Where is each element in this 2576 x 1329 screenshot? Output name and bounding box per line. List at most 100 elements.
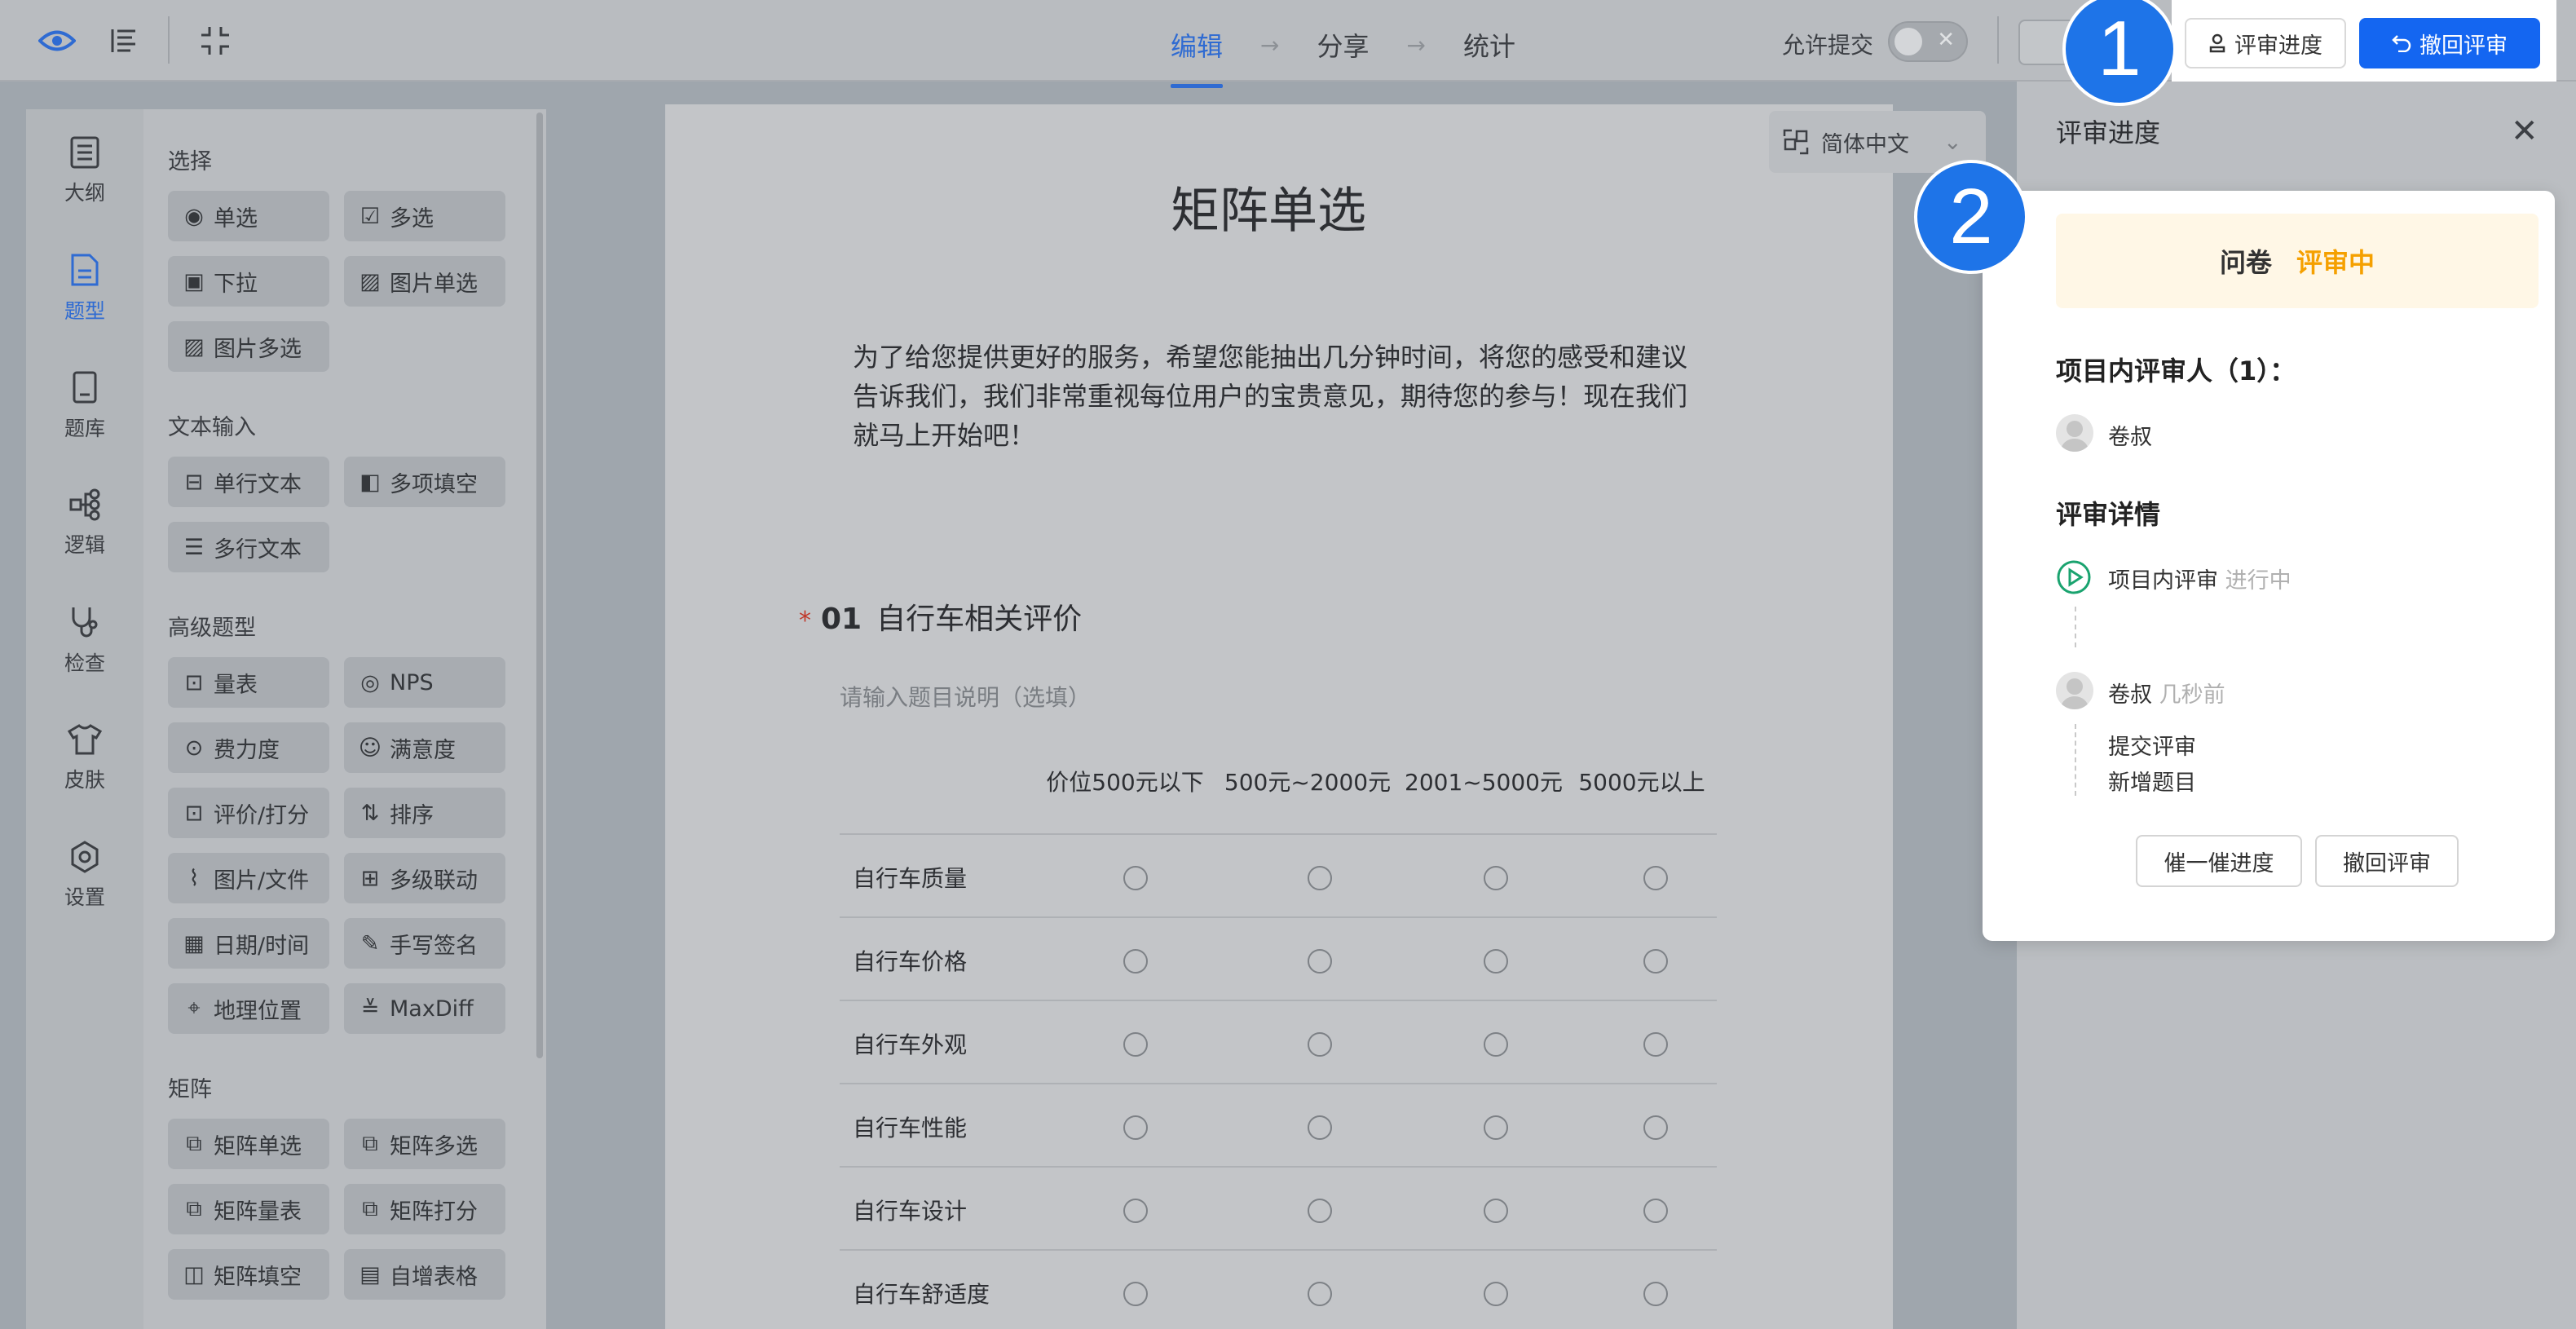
timeline-connector [2075, 607, 2076, 647]
panel-title: 评审进度 [2056, 117, 2161, 148]
rail-item-settings[interactable]: 设置 [26, 827, 143, 925]
radio-option[interactable] [1484, 866, 1508, 890]
group-title-text: 文本输入 [168, 415, 256, 440]
withdraw-review-label: 撤回评审 [2419, 33, 2508, 59]
step-edit[interactable]: 编辑 [1171, 26, 1224, 88]
radio-option[interactable] [1123, 1282, 1148, 1306]
type-single-line-text[interactable]: ⊟ 单行文本 [168, 457, 329, 507]
matrix-single-icon: ⧉ [186, 1131, 202, 1156]
rail-item-question-type[interactable]: 题型 [26, 240, 143, 338]
type-effort[interactable]: ⊙ 费力度 [168, 722, 329, 773]
review-status-banner: 问卷 评审中 [2056, 214, 2539, 308]
scale-icon: ⊡ [184, 669, 204, 695]
withdraw-review-card-button[interactable]: 撤回评审 [2315, 835, 2459, 887]
event-time: 几秒前 [2159, 682, 2225, 708]
radio-option[interactable] [1308, 1199, 1332, 1223]
radio-option[interactable] [1123, 949, 1148, 974]
type-image-single[interactable]: ▨ 图片单选 [344, 256, 505, 307]
fullscreen-icon[interactable] [196, 21, 235, 60]
type-auto-table[interactable]: ▤ 自增表格 [344, 1249, 505, 1300]
rail-item-outline[interactable]: 大纲 [26, 122, 143, 220]
radio-option[interactable] [1123, 1115, 1148, 1140]
radio-option[interactable] [1643, 949, 1668, 974]
radio-option[interactable] [1484, 1032, 1508, 1057]
remind-button[interactable]: 催一催进度 [2136, 835, 2302, 887]
radio-option[interactable] [1484, 1199, 1508, 1223]
type-multi-choice[interactable]: ☑ 多选 [344, 191, 505, 241]
survey-title[interactable]: 矩阵单选 [1171, 171, 1366, 242]
radio-option[interactable] [1643, 1115, 1668, 1140]
type-matrix-single[interactable]: ⧉ 矩阵单选 [168, 1119, 329, 1169]
table-icon: ▤ [359, 1261, 381, 1287]
question-description-input[interactable]: 请输入题目说明（选填） [840, 680, 1091, 713]
rail-item-question-bank[interactable]: 题库 [26, 357, 143, 455]
matrix-row-label: 自行车质量 [853, 865, 968, 892]
type-cascade[interactable]: ⊞ 多级联动 [344, 853, 505, 903]
radio-option[interactable] [1123, 1032, 1148, 1057]
nps-icon: ◎ [360, 669, 380, 695]
radio-option[interactable] [1308, 866, 1332, 890]
close-icon[interactable]: ✕ [2511, 113, 2539, 150]
settings-icon [71, 841, 99, 873]
rail-item-check[interactable]: 检查 [26, 592, 143, 690]
radio-option[interactable] [1308, 1115, 1332, 1140]
outline-list-icon[interactable] [104, 21, 143, 60]
type-single-choice[interactable]: ◉ 单选 [168, 191, 329, 241]
step-stats[interactable]: 统计 [1463, 26, 1515, 64]
type-nps[interactable]: ◎ NPS [344, 657, 505, 708]
chip-label: 矩阵单选 [214, 1133, 302, 1159]
preview-eye-icon[interactable] [37, 21, 77, 60]
review-progress-button[interactable]: 评审进度 [2185, 18, 2346, 68]
type-sort[interactable]: ⇅ 排序 [344, 788, 505, 838]
type-matrix-rating[interactable]: ⧉ 矩阵打分 [344, 1184, 505, 1234]
calendar-icon: ▦ [183, 930, 205, 956]
status-label: 问卷 [2219, 247, 2272, 278]
type-signature[interactable]: ✎ 手写签名 [344, 918, 505, 969]
rail-item-skin[interactable]: 皮肤 [26, 709, 143, 807]
rail-label: 逻辑 [64, 533, 105, 557]
radio-option[interactable] [1308, 1032, 1332, 1057]
radio-option[interactable] [1123, 866, 1148, 890]
radio-option[interactable] [1643, 866, 1668, 890]
type-file-upload[interactable]: ⌇ 图片/文件 [168, 853, 329, 903]
event-action: 新增题目 [2108, 770, 2196, 796]
type-dropdown[interactable]: ▣ 下拉 [168, 256, 329, 307]
allow-submit-toggle[interactable]: ✕ [1888, 21, 1968, 62]
survey-intro[interactable]: 为了给您提供更好的服务，希望您能抽出几分钟时间，将您的感受和建议告诉我们，我们非… [853, 338, 1692, 455]
chip-label: 评价/打分 [214, 802, 310, 828]
pen-icon: ✎ [360, 930, 380, 956]
radio-option[interactable] [1484, 949, 1508, 974]
question-heading[interactable]: * 01 自行车相关评价 [799, 595, 1082, 638]
type-matrix-multi[interactable]: ⧉ 矩阵多选 [344, 1119, 505, 1169]
radio-option[interactable] [1484, 1115, 1508, 1140]
type-multi-fill[interactable]: ◧ 多项填空 [344, 457, 505, 507]
rail-label: 设置 [64, 885, 105, 909]
radio-option[interactable] [1643, 1282, 1668, 1306]
type-maxdiff[interactable]: ≚ MaxDiff [344, 983, 505, 1034]
radio-option[interactable] [1123, 1199, 1148, 1223]
type-matrix-scale[interactable]: ⧉ 矩阵量表 [168, 1184, 329, 1234]
type-satisfaction[interactable]: ☺ 满意度 [344, 722, 505, 773]
radio-option[interactable] [1643, 1032, 1668, 1057]
palette-scrollbar[interactable] [536, 113, 543, 1058]
type-location[interactable]: ⌖ 地理位置 [168, 983, 329, 1034]
step-share[interactable]: 分享 [1317, 26, 1369, 64]
type-rating[interactable]: ⊡ 评价/打分 [168, 788, 329, 838]
type-datetime[interactable]: ▦ 日期/时间 [168, 918, 329, 969]
rail-item-logic[interactable]: 逻辑 [26, 475, 143, 572]
type-image-multi[interactable]: ▨ 图片多选 [168, 321, 329, 372]
image-icon: ▨ [359, 268, 381, 294]
radio-option[interactable] [1484, 1282, 1508, 1306]
matrix-row-label: 自行车外观 [853, 1031, 968, 1058]
radio-option[interactable] [1643, 1199, 1668, 1223]
matrix-rating-icon: ⧉ [362, 1196, 378, 1221]
radio-option[interactable] [1308, 949, 1332, 974]
type-multi-line-text[interactable]: ☰ 多行文本 [168, 522, 329, 572]
type-scale[interactable]: ⊡ 量表 [168, 657, 329, 708]
chip-label: 地理位置 [214, 998, 302, 1024]
chip-label: 排序 [390, 802, 434, 828]
withdraw-review-button[interactable]: 撤回评审 [2359, 18, 2540, 68]
map-pin-icon: ⌖ [187, 996, 201, 1021]
radio-option[interactable] [1308, 1282, 1332, 1306]
type-matrix-fill[interactable]: ◫ 矩阵填空 [168, 1249, 329, 1300]
